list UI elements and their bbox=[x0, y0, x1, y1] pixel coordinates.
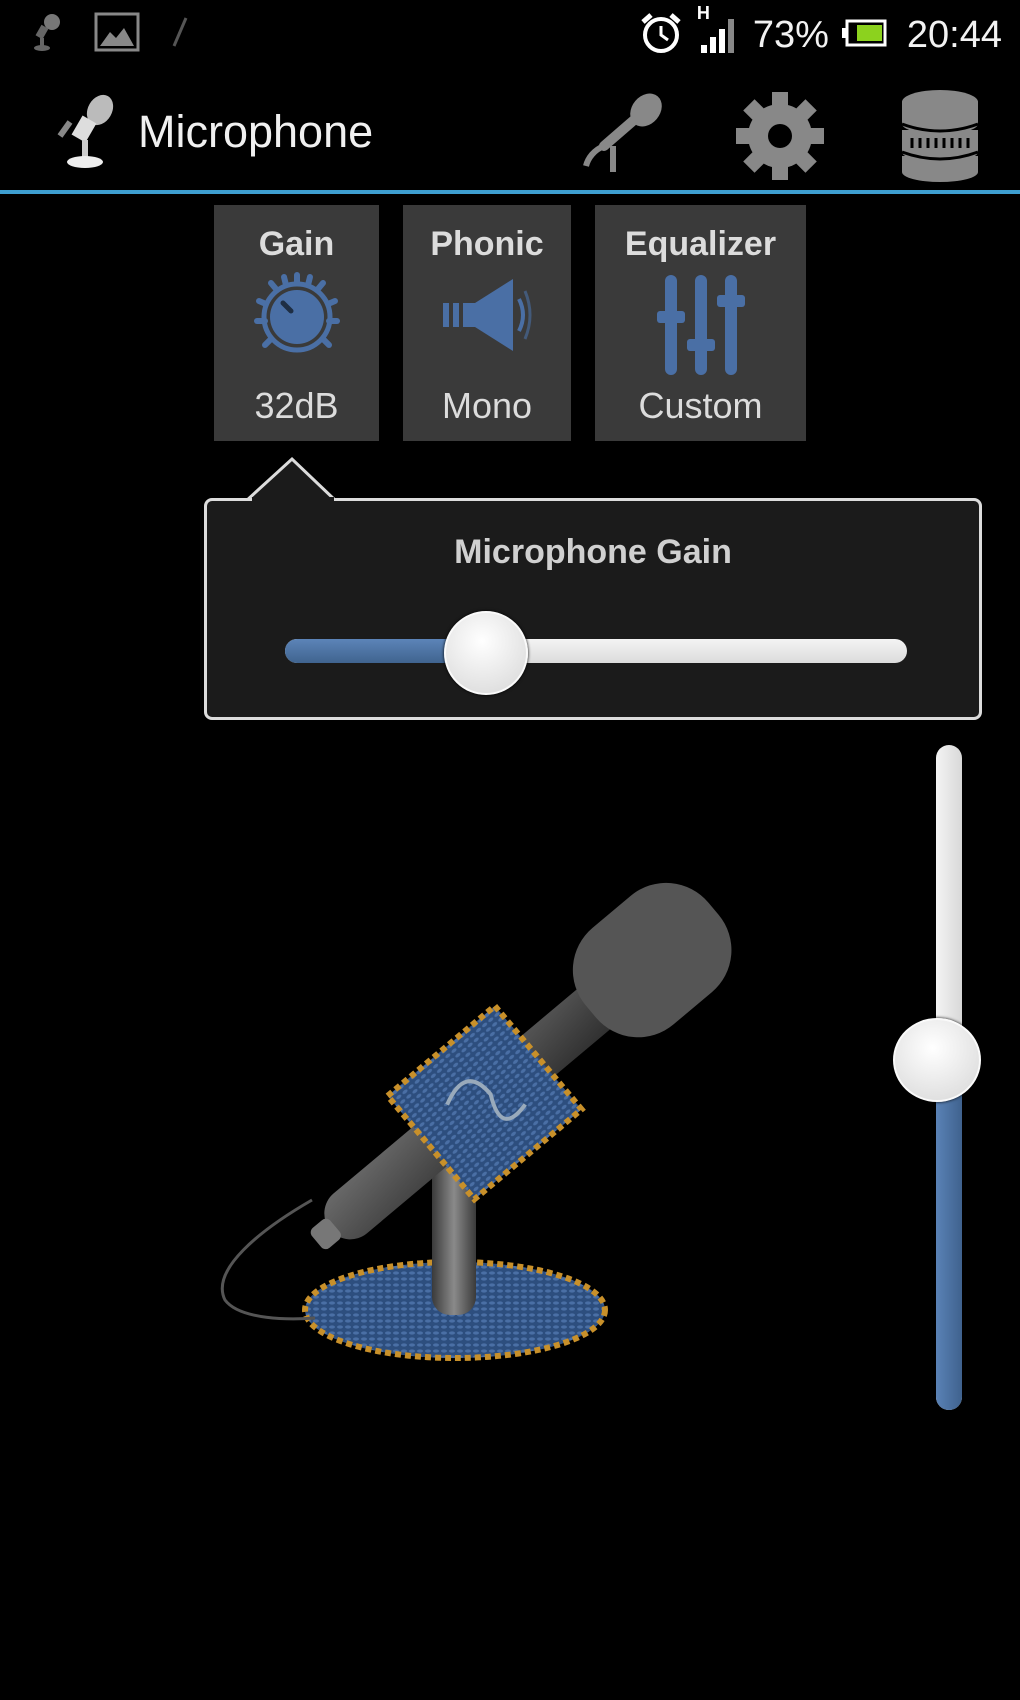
popup-seam bbox=[252, 497, 334, 503]
microphone-icon[interactable] bbox=[574, 88, 674, 183]
equalizer-tile[interactable]: Equalizer Custom bbox=[595, 205, 806, 441]
gain-tile[interactable]: Gain 32dB bbox=[214, 205, 379, 441]
gain-tile-title: Gain bbox=[258, 225, 335, 263]
app-title: Microphone bbox=[138, 106, 374, 157]
microphone-notification-icon bbox=[30, 12, 64, 57]
signal-icon: H bbox=[697, 3, 741, 60]
gain-popup-title: Microphone Gain bbox=[454, 533, 732, 571]
phonic-tile[interactable]: Phonic Mono bbox=[403, 205, 571, 441]
speaker-icon bbox=[435, 269, 539, 366]
status-bar: H 73% 20:44 bbox=[0, 0, 1020, 70]
gear-icon[interactable] bbox=[732, 88, 828, 189]
image-notification-icon bbox=[94, 12, 140, 57]
clock: 20:44 bbox=[906, 14, 1002, 56]
gain-popup: Microphone Gain bbox=[204, 498, 982, 720]
equalizer-tile-title: Equalizer bbox=[624, 225, 777, 263]
battery-icon bbox=[841, 18, 887, 53]
phonic-tile-title: Phonic bbox=[430, 225, 544, 263]
action-bar: Microphone bbox=[0, 70, 1020, 194]
gain-slider-thumb[interactable] bbox=[444, 611, 529, 695]
network-type-label: H bbox=[696, 3, 710, 23]
gain-slider[interactable] bbox=[285, 611, 907, 695]
volume-slider-fill bbox=[936, 1057, 962, 1410]
volume-slider-thumb[interactable] bbox=[893, 1017, 981, 1102]
battery-percent: 73% bbox=[752, 14, 829, 56]
mic-cable bbox=[220, 1198, 316, 1321]
phonic-tile-value: Mono bbox=[441, 385, 533, 426]
alarm-icon bbox=[637, 10, 685, 61]
database-icon[interactable] bbox=[898, 88, 982, 189]
equalizer-tile-value: Custom bbox=[638, 385, 763, 426]
popup-pointer bbox=[246, 456, 338, 503]
knob-icon bbox=[249, 269, 345, 366]
gain-tile-value: 32dB bbox=[254, 385, 339, 426]
microphone-stand-logo-icon[interactable] bbox=[50, 92, 122, 177]
equalizer-icon bbox=[653, 271, 749, 386]
feather-notification-icon bbox=[170, 12, 190, 57]
microphone-illustration bbox=[220, 882, 732, 1361]
volume-slider[interactable] bbox=[893, 745, 981, 1410]
